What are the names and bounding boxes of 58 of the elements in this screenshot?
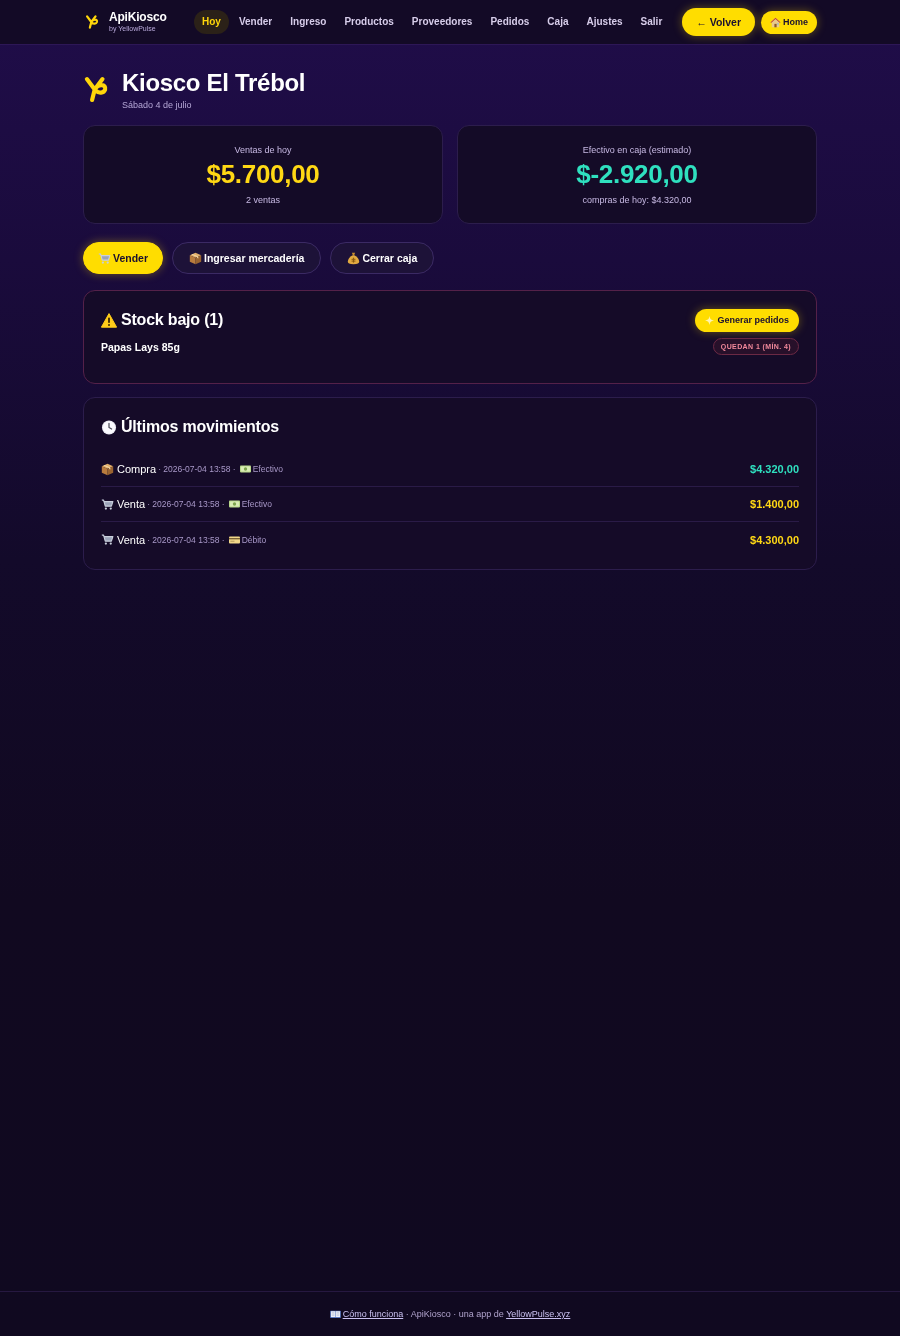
nav-tab[interactable]: Productos	[336, 10, 402, 34]
action-button[interactable]: Cerrar caja	[330, 242, 435, 274]
stat-note: 2 ventas	[245, 195, 281, 206]
stat-value: $-2.920,00	[575, 159, 699, 189]
page-date: Sábado 4 de julio	[122, 100, 193, 111]
stat-note: compras de hoy: $4.320,00	[581, 195, 693, 206]
page-title: Kiosco El Trébol	[122, 69, 306, 97]
logo-icon	[85, 14, 99, 30]
footer-text: Cómo funciona · ApiKiosco · una app de YellowPulse.xyz	[329, 1309, 571, 1319]
box-icon	[101, 462, 114, 476]
generate-orders-button[interactable]: Generar pedidos	[695, 308, 799, 332]
card-title: Stock bajo (1)	[121, 310, 224, 330]
movement-type: Venta	[117, 498, 146, 510]
home-button[interactable]: Home	[761, 10, 817, 34]
cart-icon	[101, 533, 114, 546]
nav-tab[interactable]: Ajustes	[578, 10, 631, 34]
movement-amount: $1.400,00	[750, 498, 799, 510]
card-icon	[228, 535, 240, 544]
payment-method: Efectivo	[241, 499, 272, 509]
banknote-icon	[239, 465, 251, 473]
money-bag-icon	[347, 251, 361, 265]
card-title: Últimos movimientos	[121, 416, 279, 437]
stat-label: Ventas de hoy	[233, 145, 293, 156]
action-button[interactable]: Ingresar mercadería	[172, 242, 322, 274]
nav-tab[interactable]: Vender	[230, 10, 281, 34]
movement-type: Compra	[117, 463, 157, 475]
sparkle-icon	[705, 315, 715, 325]
movement-time: · 2026-07-04 13:58 ·	[147, 499, 225, 509]
nav-tab[interactable]: Hoy	[194, 10, 229, 34]
stat-label: Efectivo en caja (estimado)	[581, 145, 693, 156]
nav-tab[interactable]: Pedidos	[482, 10, 538, 34]
logo-icon	[83, 75, 109, 104]
action-button[interactable]: Vender	[83, 242, 164, 274]
cart-icon	[101, 497, 114, 511]
book-icon	[329, 1310, 341, 1318]
movement-time: · 2026-07-04 13:58 ·	[147, 534, 225, 545]
movement-amount: $4.300,00	[750, 533, 799, 546]
nav-tab[interactable]: Ingreso	[282, 10, 335, 34]
cart-icon	[98, 251, 111, 265]
box-icon	[189, 251, 203, 265]
nav-tab[interactable]: Proveedores	[403, 10, 481, 34]
house-icon	[770, 16, 781, 28]
clock-icon	[101, 419, 117, 435]
payment-method: Efectivo	[252, 464, 283, 474]
payment-method: Débito	[241, 534, 267, 545]
brand-name: ApiKiosco	[109, 11, 167, 24]
nav-tab[interactable]: Caja	[539, 10, 577, 34]
stat-value: $5.700,00	[205, 159, 321, 189]
nav-tab[interactable]: Salir	[632, 10, 671, 34]
warning-icon	[101, 312, 117, 328]
movement-time: · 2026-07-04 13:58 ·	[158, 464, 236, 474]
movement-type: Venta	[117, 533, 146, 546]
product-name: Papas Lays 85g	[101, 340, 180, 353]
movement-amount: $4.320,00	[750, 463, 799, 475]
banknote-icon	[228, 500, 240, 508]
website-link[interactable]: YellowPulse.xyz	[506, 1309, 571, 1319]
help-link[interactable]: Cómo funciona	[329, 1309, 404, 1319]
back-button[interactable]: ← Volver	[682, 8, 755, 36]
